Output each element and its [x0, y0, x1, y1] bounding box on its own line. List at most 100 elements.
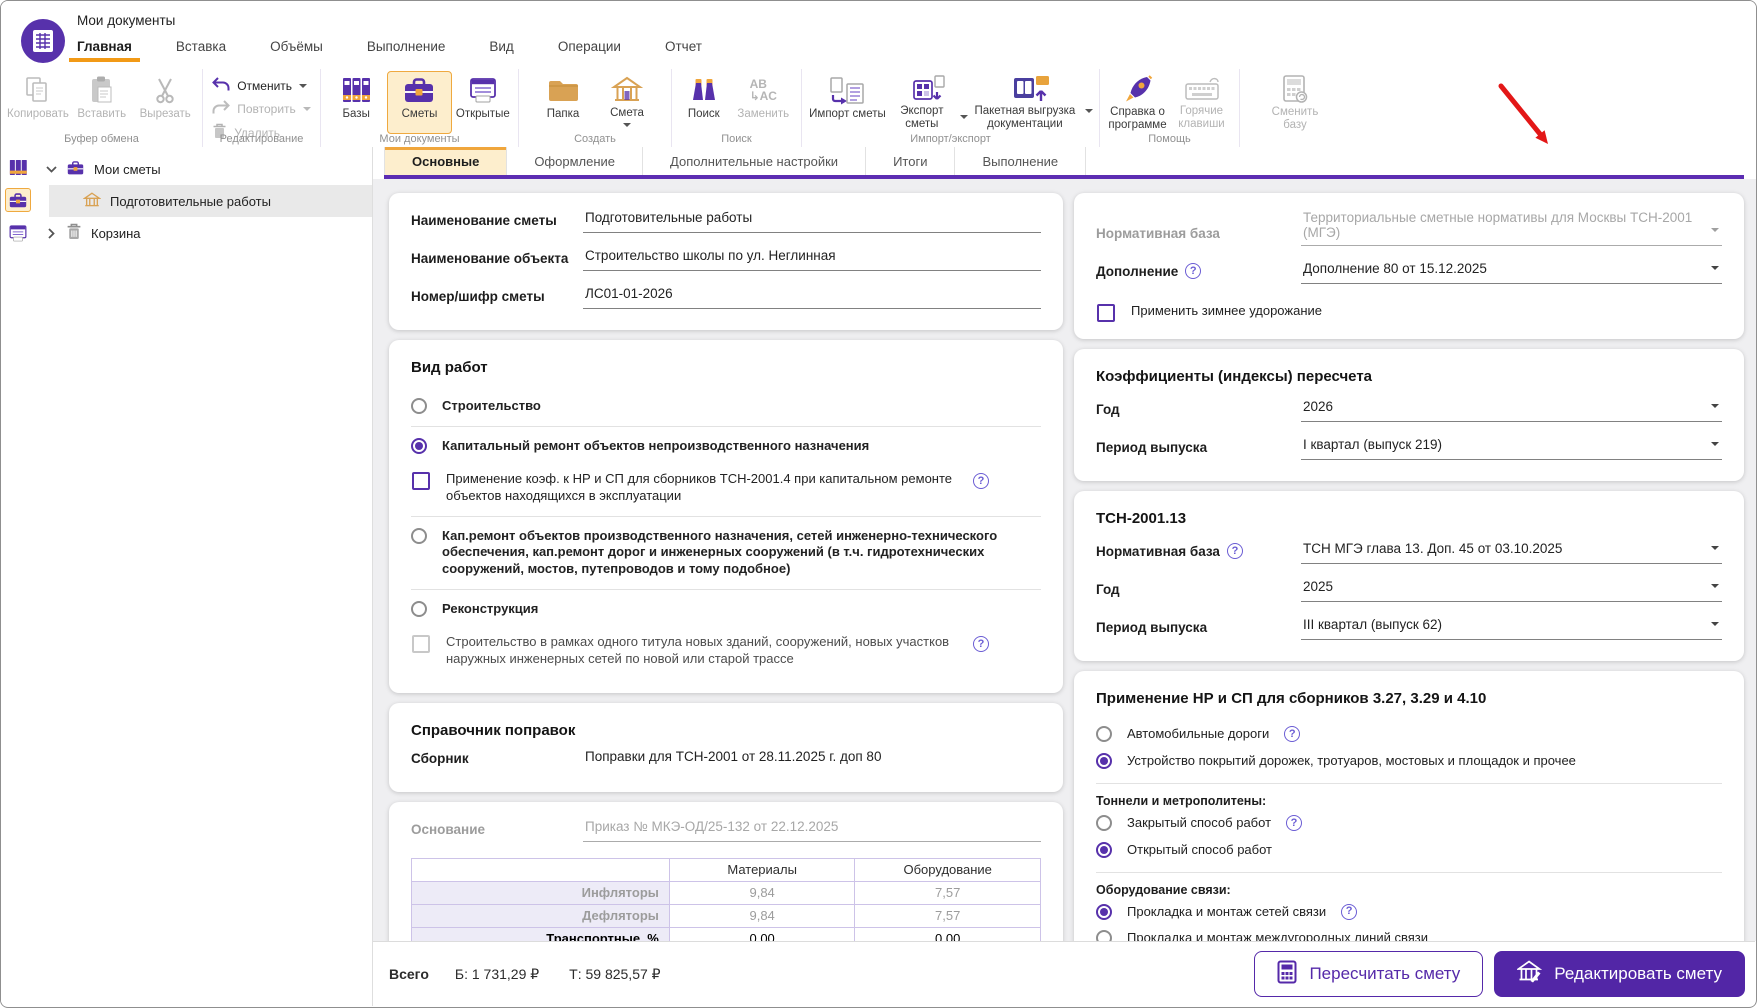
menu-tab-view[interactable]: Вид	[489, 39, 513, 62]
radio-roads[interactable]: Автомобильные дороги	[1096, 721, 1722, 748]
opened-button[interactable]: Открытые	[454, 74, 512, 131]
ribbon-group-search: Поиск AB ↳AC Заменить Поиск	[672, 69, 802, 147]
tree-node-estimate[interactable]: Подготовительные работы	[49, 185, 372, 217]
menu-tab-execution[interactable]: Выполнение	[367, 39, 446, 62]
replace-button[interactable]: AB ↳AC Заменить	[732, 74, 795, 131]
indices-year-select[interactable]: 2026	[1301, 399, 1722, 422]
radio-icon[interactable]	[1096, 930, 1112, 941]
estimates-button[interactable]: Сметы	[387, 71, 451, 134]
help-icon[interactable]	[1227, 543, 1243, 559]
redo-dropdown-icon[interactable]	[303, 107, 311, 115]
estimate-code-input[interactable]: ЛС01-01-2026	[583, 286, 1041, 309]
ribbon-menu: Главная Вставка Объёмы Выполнение Вид Оп…	[77, 39, 702, 62]
annotation-arrow	[1495, 79, 1567, 157]
strip-opened-icon[interactable]	[5, 221, 31, 245]
radio-capital-prod[interactable]: Кап.ремонт объектов производственного на…	[411, 520, 1041, 587]
cut-button[interactable]: Вырезать	[134, 74, 196, 131]
sidebar: Мои сметы Подготовительные работы Корзин…	[1, 147, 373, 1006]
tab-main[interactable]: Основные	[384, 147, 507, 175]
tsn13-base-select[interactable]: ТСН МГЭ глава 13. Доп. 45 от 03.10.2025	[1301, 541, 1722, 564]
chevron-right-icon[interactable]	[45, 228, 57, 239]
estimate-name-input[interactable]: Подготовительные работы	[583, 210, 1041, 233]
batch-export-button[interactable]: Пакетная выгрузка документации	[970, 74, 1093, 131]
menu-tab-volumes[interactable]: Объёмы	[270, 39, 323, 62]
indices-period-select[interactable]: I квартал (выпуск 219)	[1301, 437, 1722, 460]
create-estimate-button[interactable]: Смета	[596, 74, 658, 131]
radio-icon[interactable]	[1096, 726, 1112, 742]
radio-comm-nets[interactable]: Прокладка и монтаж сетей связи	[1096, 899, 1722, 926]
help-icon[interactable]	[973, 473, 989, 489]
radio-checked-icon[interactable]	[1096, 904, 1112, 920]
tsn13-period-select[interactable]: III квартал (выпуск 62)	[1301, 617, 1722, 640]
radio-closed-method[interactable]: Закрытый способ работ	[1096, 810, 1722, 837]
corrections-book-label: Сборник	[411, 751, 583, 771]
recalculate-button[interactable]: Пересчитать смету	[1254, 951, 1483, 997]
strip-bases-icon[interactable]	[5, 155, 31, 179]
import-estimate-button[interactable]: Импорт сметы	[808, 74, 887, 131]
copy-button[interactable]: Копировать	[7, 74, 69, 131]
checkbox-tsn2001-4[interactable]: Применение коэф. к НР и СП для сборников…	[411, 463, 1041, 513]
undo-button[interactable]: Отменить	[212, 77, 311, 95]
help-icon[interactable]	[1185, 263, 1201, 279]
tsn13-year-select[interactable]: 2025	[1301, 579, 1722, 602]
tree-node-my-estimates[interactable]: Мои сметы	[33, 153, 372, 185]
undo-icon	[212, 77, 230, 95]
inflators-table: Материалы Оборудование Инфляторы 9,84 7,…	[411, 858, 1041, 941]
export-estimate-button[interactable]: Экспорт сметы	[889, 74, 968, 131]
radio-construction[interactable]: Строительство	[411, 390, 1041, 423]
radio-capital-nonprod[interactable]: Капитальный ремонт объектов непроизводст…	[411, 430, 1041, 463]
radio-comm-lines[interactable]: Прокладка и монтаж междугородных линий с…	[1096, 925, 1722, 941]
edit-estimate-button[interactable]: Редактировать смету	[1494, 951, 1745, 997]
help-icon[interactable]	[1341, 904, 1357, 920]
tab-design[interactable]: Оформление	[507, 147, 643, 175]
folder-button[interactable]: Папка	[532, 74, 594, 131]
help-icon[interactable]	[1284, 726, 1300, 742]
radio-icon[interactable]	[1096, 815, 1112, 831]
radio-icon[interactable]	[411, 528, 427, 544]
search-button[interactable]: Поиск	[678, 74, 730, 131]
menu-tab-report[interactable]: Отчет	[665, 39, 702, 62]
help-icon[interactable]	[1286, 815, 1302, 831]
chevron-down-icon[interactable]	[45, 166, 57, 173]
tab-totals[interactable]: Итоги	[866, 147, 955, 175]
radio-paths[interactable]: Устройство покрытий дорожек, тротуаров, …	[1096, 748, 1722, 775]
help-icon[interactable]	[973, 636, 989, 652]
change-base-button[interactable]: Сменить базу	[1264, 74, 1326, 131]
radio-checked-icon[interactable]	[1096, 753, 1112, 769]
redo-button[interactable]: Повторить	[212, 100, 311, 118]
corrections-book-value[interactable]: Поправки для ТСН-2001 от 28.11.2025 г. д…	[583, 749, 1041, 771]
checkbox-winter[interactable]: Применить зимнее удорожание	[1096, 299, 1722, 322]
export-dropdown-icon[interactable]	[960, 115, 968, 123]
about-button[interactable]: Справка о программе	[1107, 74, 1169, 131]
normative-base-select[interactable]: Территориальные сметные нормативы для Мо…	[1301, 210, 1722, 246]
strip-estimates-icon[interactable]	[5, 188, 31, 212]
tree-node-trash[interactable]: Корзина	[33, 217, 372, 249]
ribbon-group-help: Справка о программе Горячие клавиши Помо…	[1100, 69, 1240, 147]
tab-extra-settings[interactable]: Дополнительные настройки	[643, 147, 866, 175]
object-name-input[interactable]: Строительство школы по ул. Неглинная	[583, 248, 1041, 271]
tab-execution[interactable]: Выполнение	[955, 147, 1086, 175]
checkbox-single-title[interactable]: Строительство в рамках одного титула нов…	[411, 626, 1041, 676]
radio-icon[interactable]	[411, 601, 427, 617]
menu-tab-home[interactable]: Главная	[77, 39, 132, 62]
checkbox-icon[interactable]	[1097, 304, 1115, 322]
checkbox-icon[interactable]	[412, 472, 430, 490]
bases-button[interactable]: Базы	[327, 74, 385, 131]
menu-tab-insert[interactable]: Вставка	[176, 39, 226, 62]
batch-dropdown-icon[interactable]	[1085, 109, 1093, 117]
paste-icon	[89, 74, 115, 106]
ribbon-group-editing: Отменить Повторить Удалить Редактировани…	[203, 69, 321, 147]
radio-checked-icon[interactable]	[1096, 842, 1112, 858]
create-estimate-dropdown-icon[interactable]	[623, 123, 631, 131]
hotkeys-button[interactable]: Горячие клавиши	[1171, 74, 1233, 131]
menu-tab-operations[interactable]: Операции	[558, 39, 621, 62]
radio-open-method[interactable]: Открытый способ работ	[1096, 837, 1722, 864]
radio-checked-icon[interactable]	[411, 438, 427, 454]
estimate-house-icon	[611, 74, 643, 105]
radio-icon[interactable]	[411, 398, 427, 414]
addition-select[interactable]: Дополнение 80 от 15.12.2025	[1301, 261, 1722, 284]
basis-input[interactable]: Приказ № МКЭ-ОД/25-132 от 22.12.2025	[583, 819, 1041, 842]
paste-button[interactable]: Вставить	[71, 74, 133, 131]
radio-reconstruction[interactable]: Реконструкция	[411, 593, 1041, 626]
undo-dropdown-icon[interactable]	[299, 84, 307, 92]
